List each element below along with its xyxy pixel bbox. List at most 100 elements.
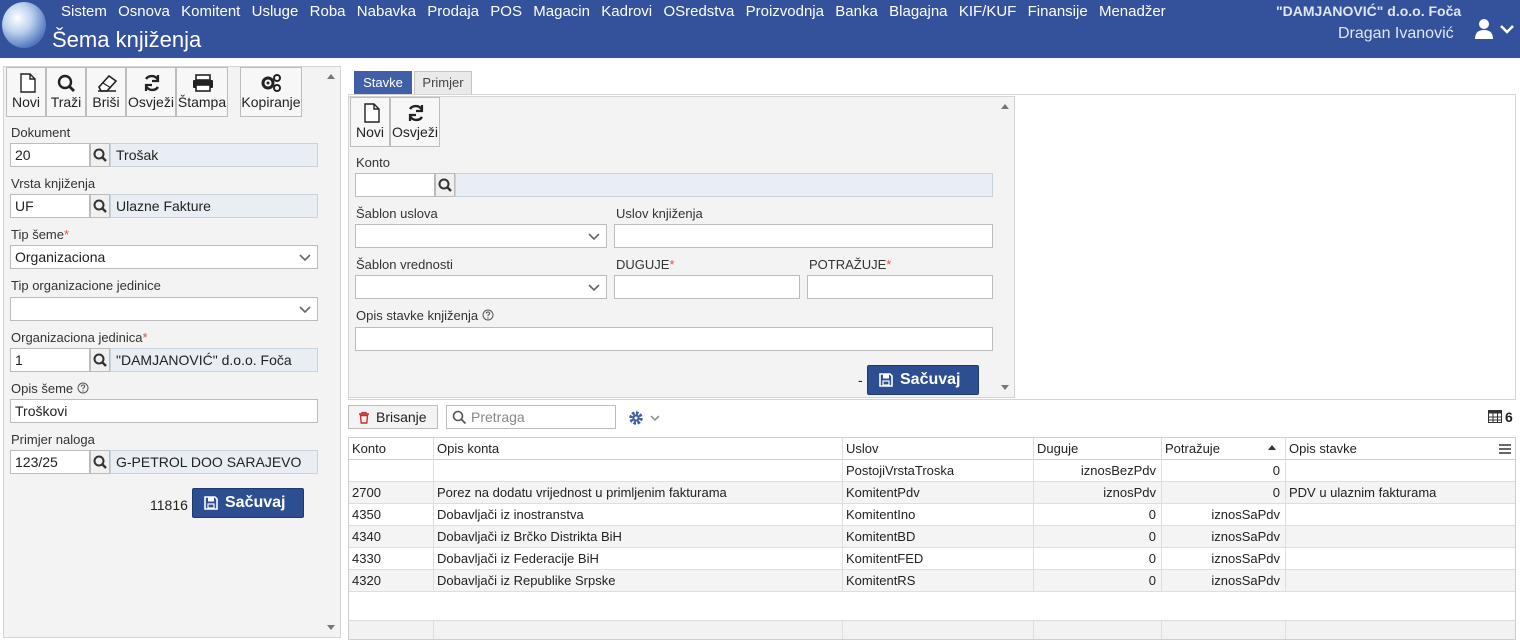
dokument-lookup-button[interactable] [90,143,110,167]
menu-item[interactable]: Proizvodnja [746,3,824,20]
settings-gear-icon[interactable] [628,410,644,426]
cell-potrazuje: 0 [1162,460,1286,482]
menu-item[interactable]: Banka [835,3,878,20]
cell-konto: 4330 [349,548,434,570]
vrsta-lookup-button[interactable] [90,194,110,218]
search-icon [93,199,107,213]
menu-item[interactable]: Komitent [181,3,240,20]
menu-item[interactable]: Finansije [1028,3,1088,20]
chevron-down-icon[interactable] [1499,23,1515,35]
delete-button[interactable]: Briši [86,67,126,117]
cell-opis-stavke [1286,460,1515,482]
search-icon [57,74,75,92]
form-scrollbar[interactable] [999,98,1013,396]
duguje-input[interactable] [614,275,800,299]
menu-item[interactable]: Usluge [252,3,299,20]
new-button[interactable]: Novi [6,67,46,117]
menu-item[interactable]: KIF/KUF [959,3,1017,20]
cell-duguje: 0 [1034,526,1162,548]
dokument-code-input[interactable]: 20 [10,143,90,167]
cell-opis-konta: Dobavljači iz Republike Srpske [434,570,843,592]
item-refresh-button[interactable]: Osvježi [390,97,440,147]
table-row[interactable]: PostojiVrstaTroska iznosBezPdv 0 [349,460,1515,482]
item-save-button[interactable]: Sačuvaj [867,365,979,395]
column-header-duguje[interactable]: Duguje [1034,438,1162,460]
copy-button[interactable]: Kopiranje [240,67,302,117]
cell-opis-konta: Dobavljači iz inostranstva [434,504,843,526]
item-new-button[interactable]: Novi [350,97,390,147]
org-jed-name: "DAMJANOVIĆ" d.o.o. Foča [110,348,318,372]
menu-item[interactable]: Prodaja [427,3,479,20]
cell-uslov: KomitentIno [843,504,1034,526]
konto-input[interactable] [355,173,435,197]
trash-icon [359,411,369,424]
tip-seme-select[interactable]: Organizaciona [10,245,318,269]
uslov-label: Uslov knjiženja [616,206,703,221]
user-name[interactable]: Dragan Ivanović [1338,25,1454,43]
sablon-uslova-select[interactable] [355,224,607,248]
sort-asc-icon[interactable] [1268,444,1276,450]
table-row[interactable]: 2700 Porez na dodatu vrijednost u primlje… [349,482,1515,504]
tab-primjer[interactable]: Primjer [414,71,472,95]
vrsta-code-input[interactable]: UF [10,194,90,218]
delete-rows-button[interactable]: Brisanje [348,405,438,429]
primjer-code-input[interactable]: 123/25 [10,450,90,474]
print-label: Štampa [177,94,227,110]
column-header-konto[interactable]: Konto [349,438,434,460]
table-row[interactable]: 4330 Dobavljači iz Federacije BiH Komitent… [349,548,1515,570]
opis-stavke-label: Opis stavke knjiženja [356,308,494,323]
menu-item[interactable]: Osnova [118,3,170,20]
column-header-uslov[interactable]: Uslov [843,438,1034,460]
refresh-button[interactable]: Osvježi [126,67,176,117]
table-row[interactable]: 4350 Dobavljači iz inostranstva KomitentIn… [349,504,1515,526]
left-scrollbar[interactable] [325,68,339,636]
menu-item[interactable]: Sistem [61,3,107,20]
org-jed-lookup-button[interactable] [90,348,110,372]
tip-org-select[interactable] [10,297,318,321]
sablon-vrednosti-select[interactable] [355,275,607,299]
save-button[interactable]: Sačuvaj [192,488,304,518]
grid-search-input[interactable]: Pretraga [446,405,616,429]
menu-item[interactable]: Nabavka [357,3,416,20]
table-icon [1488,410,1502,423]
tip-seme-label: Tip šeme* [11,227,70,242]
menu-item[interactable]: Kadrovi [601,3,652,20]
column-menu-icon[interactable] [1499,444,1511,454]
grid-footer [349,620,1515,639]
search-button[interactable]: Traži [46,67,86,117]
org-jed-code-input[interactable]: 1 [10,348,90,372]
app-logo[interactable] [2,2,46,48]
potrazuje-label: POTRAŽUJE* [809,257,892,272]
column-header-opis-konta[interactable]: Opis konta [434,438,843,460]
menu-item[interactable]: OSredstva [663,3,734,20]
cell-opis-stavke [1286,570,1515,592]
save-label: Sačuvaj [225,494,286,511]
cell-opis-konta [434,460,843,482]
cell-opis-stavke: PDV u ulaznim fakturama [1286,482,1515,504]
uslov-input[interactable] [614,224,993,248]
menu-item[interactable]: POS [490,3,522,20]
opis-stavke-input[interactable] [355,327,993,351]
tab-stavke[interactable]: Stavke [354,71,412,95]
menu-item[interactable]: Menadžer [1099,3,1166,20]
opis-seme-input[interactable]: Troškovi [10,399,318,423]
cell-potrazuje: iznosSaPdv [1162,548,1286,570]
table-row[interactable]: 4340 Dobavljači iz Brčko Distrikta BiH Kom… [349,526,1515,548]
potrazuje-input[interactable] [807,275,993,299]
search-icon [452,410,467,425]
print-button[interactable]: Štampa [176,67,228,117]
chevron-down-icon[interactable] [650,414,660,422]
cell-duguje: iznosPdv [1034,482,1162,504]
company-name[interactable]: "DAMJANOVIĆ" d.o.o. Foča [1276,3,1461,19]
menu-item[interactable]: Magacin [533,3,590,20]
menu-item[interactable]: Blagajna [889,3,947,20]
user-icon[interactable] [1474,18,1494,40]
primjer-lookup-button[interactable] [90,450,110,474]
column-header-opis-stavke[interactable]: Opis stavke [1286,438,1515,460]
opis-seme-label: Opis šeme [11,381,89,396]
konto-lookup-button[interactable] [435,173,455,197]
floppy-icon [879,373,893,387]
table-row[interactable]: 4320 Dobavljači iz Republike Srpske Komite… [349,570,1515,592]
menu-item[interactable]: Roba [310,3,346,20]
search-icon [93,148,107,162]
